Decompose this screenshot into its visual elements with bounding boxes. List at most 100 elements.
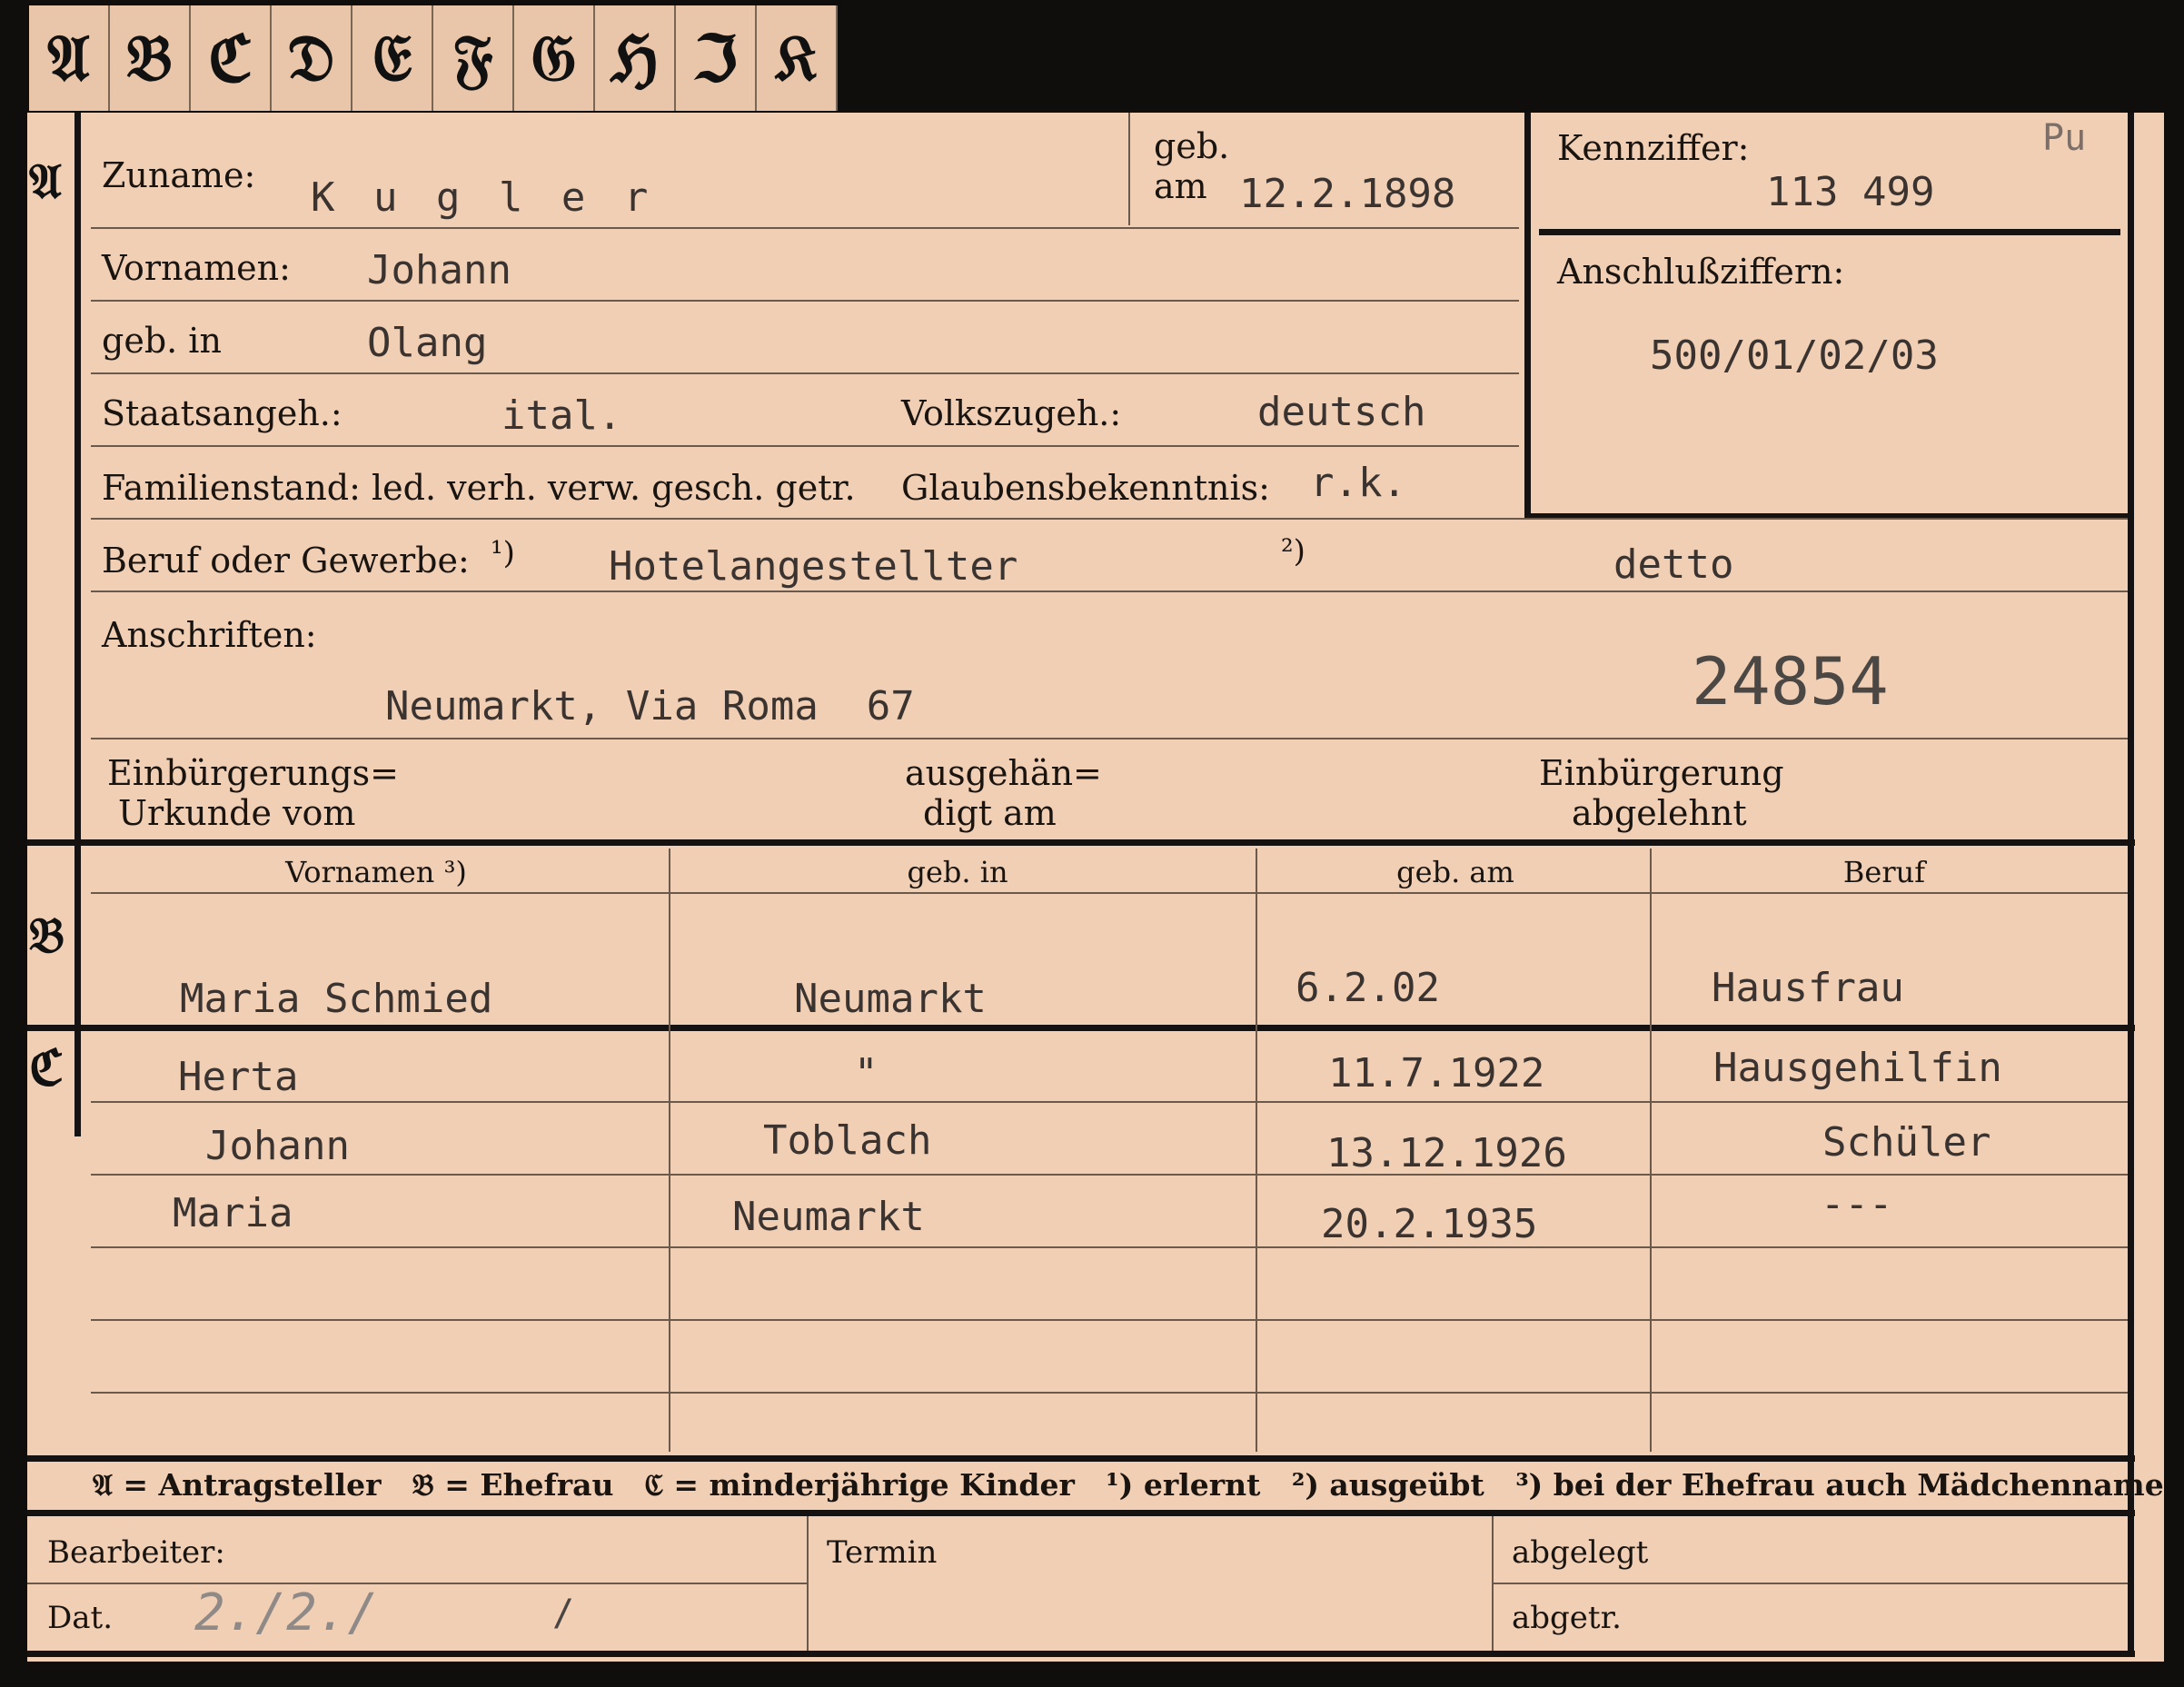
surname-label: Zuname: [102, 155, 256, 195]
col-divider-1 [669, 848, 670, 1452]
row-rule [91, 1392, 2128, 1394]
separated-label: abgetr. [1512, 1600, 1622, 1636]
naturalization-doc-label-1: Einbürgerungs= [107, 753, 399, 793]
child-2-firstnames: Johann [205, 1123, 350, 1169]
row-rule [91, 300, 1519, 302]
tab-e: 𝔈 [352, 5, 433, 111]
occupation-practiced-value: detto [1613, 541, 1734, 588]
birthplace-value: Olang [367, 320, 488, 366]
registration-card: 𝔄 𝔅 ℭ Kennziffer: Pu 113 499 Anschlußzif… [27, 113, 2164, 1662]
row-rule [91, 892, 2128, 894]
connect-label: Anschlußziffern: [1557, 252, 1845, 292]
deadline-label: Termin [827, 1534, 938, 1571]
tab-b: 𝔅 [110, 5, 191, 111]
occupation-footnote-2: ²) [1281, 533, 1305, 570]
child-2-birthplace: Toblach [763, 1117, 932, 1164]
occupation-footnote-1: ¹) [491, 535, 515, 571]
tab-g: 𝔊 [514, 5, 595, 111]
address-value: Neumarkt, Via Roma 67 [385, 683, 915, 729]
religion-value: r.k. [1310, 460, 1406, 506]
spouse-occupation: Hausfrau [1712, 965, 1904, 1011]
child-3-firstnames: Maria [173, 1190, 293, 1236]
id-box-left-rule [1524, 113, 1531, 520]
section-b-bottom-rule [27, 1025, 2135, 1031]
child-1-firstnames: Herta [178, 1054, 299, 1100]
editor-label: Bearbeiter: [47, 1534, 225, 1571]
ethnicity-label: Volkszugeh.: [901, 393, 1122, 433]
tab-d: 𝔇 [272, 5, 352, 111]
section-a-letter: 𝔄 [29, 152, 62, 210]
religion-label: Glaubensbekenntnis: [901, 468, 1270, 508]
birthdate-divider [1128, 113, 1130, 225]
section-bc-rule [74, 846, 81, 1136]
legend-bottom-rule [27, 1510, 2135, 1516]
footer-divider-1 [807, 1516, 809, 1651]
section-a-bottom-rule [27, 839, 2135, 846]
date-slash: / [552, 1593, 575, 1634]
row-rule [91, 372, 1519, 374]
address-label: Anschriften: [102, 615, 317, 655]
child-1-occupation: Hausgehilfin [1713, 1045, 2002, 1091]
marital-status-label: Familienstand: led. verh. verw. gesch. g… [102, 468, 856, 508]
birthplace-label: geb. in [102, 321, 222, 361]
date-handwritten: 2./2./ [194, 1583, 379, 1642]
tab-c: ℭ [191, 5, 272, 111]
citizenship-value: ital. [501, 392, 622, 439]
row-rule [91, 1319, 2128, 1321]
child-3-occupation: --- [1821, 1181, 1893, 1227]
occupation-learned-value: Hotelangestellter [609, 543, 1018, 590]
filed-label: abgelegt [1512, 1534, 1649, 1571]
stamp-number: 24854 [1692, 643, 1889, 719]
refused-label-2: abgelehnt [1572, 793, 1747, 833]
tab-f: 𝔉 [433, 5, 514, 111]
child-3-birthplace: Neumarkt [732, 1194, 925, 1240]
row-rule [91, 1174, 2128, 1176]
spouse-born-on: 6.2.02 [1296, 965, 1440, 1011]
tab-k: 𝔎 [757, 5, 838, 111]
alphabet-tabs: 𝔄 𝔅 ℭ 𝔇 𝔈 𝔉 𝔊 ℌ ℑ 𝔎 [29, 5, 838, 111]
tab-i: ℑ [676, 5, 757, 111]
id-label: Kennziffer: [1557, 128, 1750, 168]
row-rule [91, 1101, 2128, 1103]
issued-label-1: ausgehän= [905, 753, 1102, 793]
row-rule [91, 590, 2128, 592]
child-3-born-on: 20.2.1935 [1321, 1201, 1538, 1247]
firstnames-value: Johann [367, 247, 511, 293]
firstnames-label: Vornamen: [102, 248, 291, 288]
refused-label-1: Einbürgerung [1539, 753, 1784, 793]
tab-h: ℌ [595, 5, 676, 111]
id-number: 113 499 [1766, 169, 1935, 215]
child-1-birthplace: " [854, 1050, 879, 1097]
born-on-label-1: geb. [1154, 126, 1230, 166]
child-2-born-on: 13.12.1926 [1326, 1130, 1567, 1176]
connect-numbers: 500/01/02/03 [1650, 332, 1939, 379]
row-rule [91, 445, 1519, 447]
section-b-letter: 𝔅 [29, 906, 65, 964]
legend-text: 𝔄 = Antragsteller 𝔅 = Ehefrau ℭ = minder… [93, 1467, 2164, 1503]
spouse-firstnames: Maria Schmied [180, 976, 493, 1022]
child-1-born-on: 11.7.1922 [1328, 1050, 1545, 1097]
col-divider-2 [1256, 848, 1257, 1452]
header-occupation: Beruf [1842, 855, 1926, 889]
child-2-occupation: Schüler [1822, 1119, 1991, 1166]
date-label: Dat. [47, 1600, 114, 1636]
naturalization-doc-label-2: Urkunde vom [118, 793, 356, 833]
row-rule [91, 1246, 2128, 1248]
spouse-birthplace: Neumarkt [794, 976, 987, 1022]
born-on-label-2: am [1154, 166, 1207, 206]
tab-a: 𝔄 [29, 5, 110, 111]
id-box-divider [1539, 229, 2120, 235]
footer-rule [27, 1583, 807, 1584]
header-firstnames: Vornamen ³) [285, 855, 467, 889]
ethnicity-value: deutsch [1257, 389, 1426, 435]
born-on-value: 12.2.1898 [1239, 171, 1456, 217]
surname-value: K u g l e r [311, 174, 656, 221]
row-rule [91, 738, 2128, 739]
section-c-letter: ℭ [29, 1038, 64, 1097]
row-rule [91, 518, 2128, 520]
card-right-rule [2128, 113, 2134, 1657]
col-divider-3 [1650, 848, 1652, 1452]
legend-top-rule [27, 1455, 2135, 1462]
issued-label-2: digt am [923, 793, 1057, 833]
row-rule [91, 227, 1519, 229]
